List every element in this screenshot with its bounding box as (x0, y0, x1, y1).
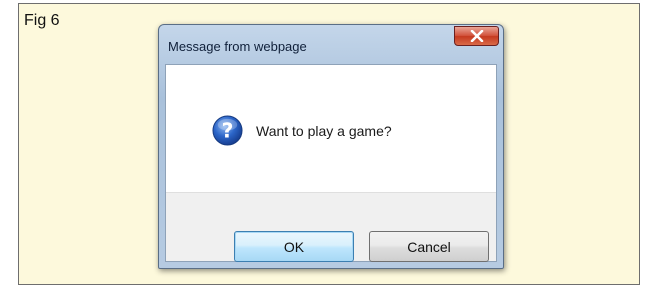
message-area: ? Want to play a game? (166, 65, 496, 192)
figure-label: Fig 6 (24, 12, 60, 29)
question-icon: ? (212, 115, 243, 146)
button-bar: OK Cancel (166, 192, 496, 262)
svg-text:?: ? (222, 118, 234, 142)
dialog-body: ? Want to play a game? OK Cancel (165, 64, 497, 262)
dialog-title: Message from webpage (168, 39, 307, 54)
message-dialog: Message from webpage ? Want to play a ga… (158, 24, 504, 269)
cancel-button[interactable]: Cancel (369, 231, 489, 262)
message-text: Want to play a game? (256, 123, 392, 139)
close-icon (470, 30, 483, 42)
close-button[interactable] (454, 26, 499, 46)
ok-button[interactable]: OK (234, 231, 354, 262)
figure-box: Fig 6 Message from webpage ? Want to pla… (18, 3, 640, 285)
